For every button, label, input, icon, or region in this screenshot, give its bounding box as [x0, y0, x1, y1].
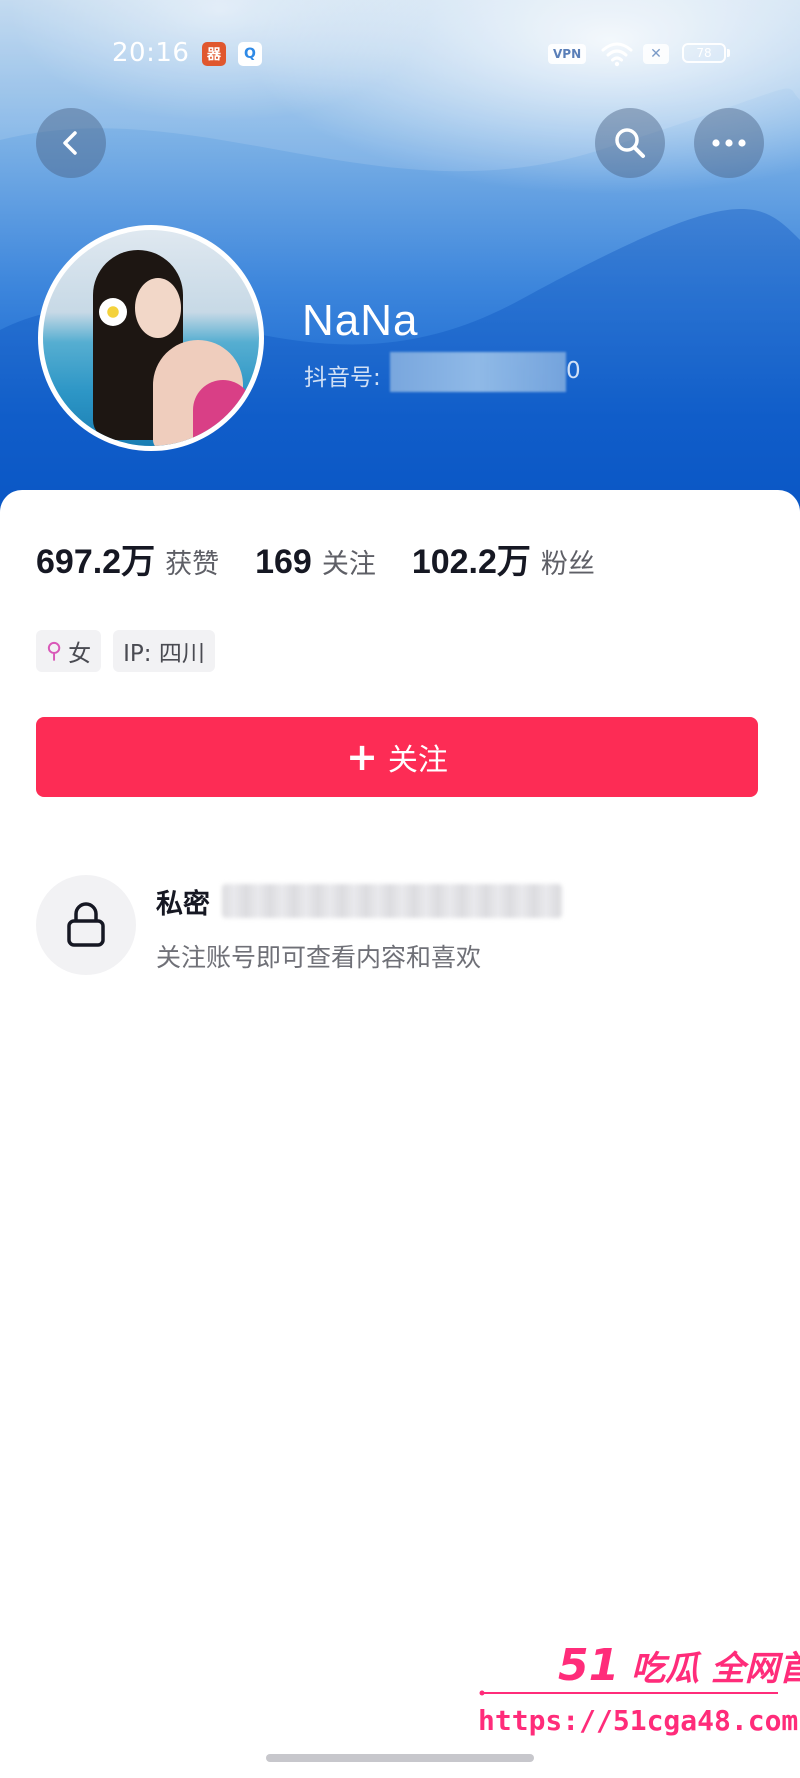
status-time: 20:16 — [112, 38, 190, 68]
douyin-id-label: 抖音号: — [304, 365, 381, 391]
search-icon — [615, 128, 645, 158]
private-account-title-redacted — [222, 884, 562, 918]
watermark: 51 吃瓜 全网首发 https://51cga48.com — [478, 1640, 800, 1750]
profile-card — [0, 490, 800, 1778]
douyin-id-tail: 0 — [566, 358, 581, 384]
wifi-icon — [601, 42, 633, 67]
profile-tags: ⚲ 女 IP: 四川 — [36, 630, 227, 672]
watermark-circuit-decoration — [479, 1690, 778, 1696]
female-icon: ⚲ — [46, 638, 63, 664]
notification-search-app-icon: Q — [238, 42, 262, 66]
douyin-id-redacted — [390, 352, 566, 392]
lock-icon — [67, 902, 105, 947]
notification-app-icon: 器 — [202, 42, 226, 66]
battery-icon: 78 — [682, 43, 730, 63]
ip-location-tag: IP: 四川 — [113, 630, 215, 672]
more-horizontal-icon — [712, 139, 746, 147]
status-bar: 20:16 器 Q VPN ✕ 78 — [0, 36, 800, 72]
private-account-title: 私密 — [156, 889, 210, 920]
vpn-icon: VPN — [548, 44, 587, 64]
stat-value: 102.2万 — [411, 543, 531, 581]
gender-label: 女 — [68, 641, 92, 667]
avatar[interactable] — [38, 225, 264, 451]
stat-value: 697.2万 — [36, 543, 156, 581]
follow-button-label: 关注 — [387, 743, 448, 778]
stat-following[interactable]: 169 关注 — [255, 542, 376, 582]
sim-status-icon: ✕ — [643, 44, 669, 64]
stat-label: 获赞 — [165, 549, 220, 580]
ip-location-label: IP: 四川 — [123, 641, 205, 667]
profile-stats: 697.2万 获赞 169 关注 102.2万 粉丝 — [36, 534, 631, 583]
stat-value: 169 — [255, 543, 312, 581]
home-indicator[interactable] — [266, 1754, 534, 1762]
stat-followers[interactable]: 102.2万 粉丝 — [412, 534, 595, 583]
stat-likes[interactable]: 697.2万 获赞 — [36, 534, 219, 583]
flower-decoration — [99, 298, 127, 326]
watermark-brand: 51 吃瓜 全网首发 — [558, 1640, 800, 1691]
stat-label: 粉丝 — [540, 549, 595, 580]
profile-screen: 20:16 器 Q VPN ✕ 78 NaNa 抖音号: 0 697.2万 获赞… — [0, 0, 800, 1778]
private-account-badge — [36, 875, 136, 975]
private-account-description: 关注账号即可查看内容和喜欢 — [156, 943, 482, 972]
watermark-url: https://51cga48.com — [478, 1704, 799, 1737]
search-button[interactable] — [595, 108, 665, 178]
more-button[interactable] — [694, 108, 764, 178]
gender-tag: ⚲ 女 — [36, 630, 102, 672]
back-button[interactable] — [36, 108, 106, 178]
profile-name: NaNa — [302, 296, 419, 345]
plus-icon: + — [346, 735, 378, 779]
stat-label: 关注 — [321, 549, 376, 580]
chevron-left-icon — [63, 131, 77, 155]
follow-button[interactable]: + 关注 — [36, 717, 758, 797]
